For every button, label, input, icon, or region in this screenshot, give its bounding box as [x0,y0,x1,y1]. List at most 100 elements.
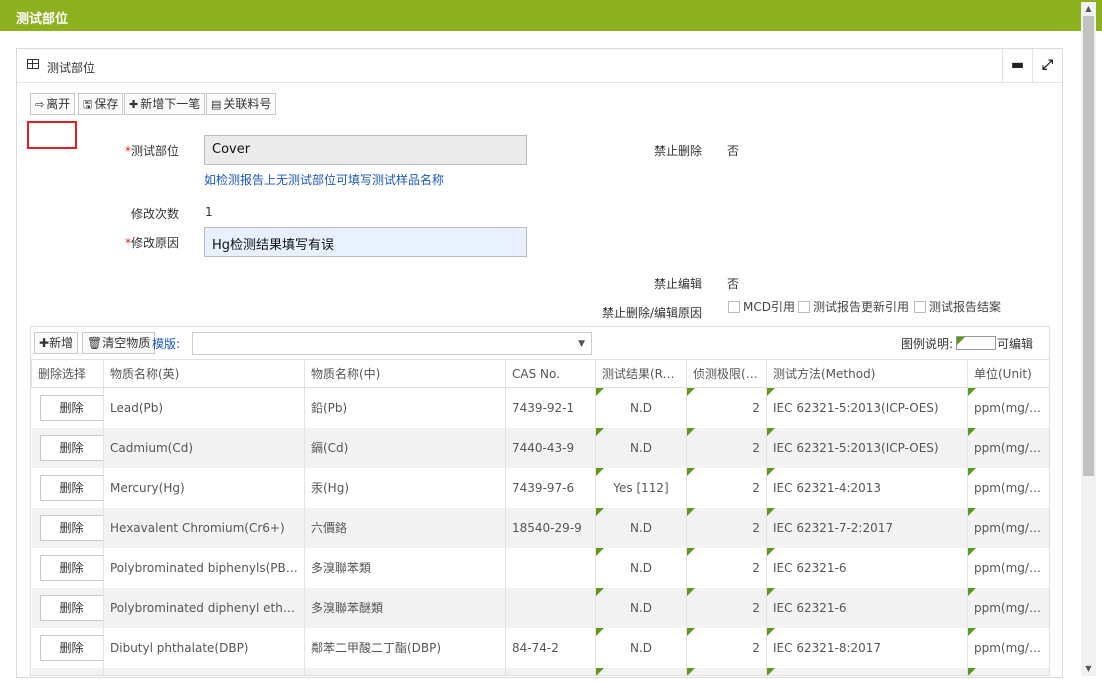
cell-unit[interactable]: ppm(mg/kg) [967,467,1049,508]
cell-name-cn: 鉛(Pb) [304,387,506,428]
cell-unit[interactable]: ppm(mg/kg) [967,547,1049,588]
cell-mdl[interactable]: 2 [686,387,767,428]
delete-row-button[interactable]: 删除 [39,634,103,661]
delete-row-button[interactable]: 删除 [39,434,103,461]
cell-unit[interactable]: ppm(mg/kg) [967,387,1049,428]
minimize-panel-button[interactable]: ▬ [1002,49,1032,82]
cell-cas [505,587,596,628]
template-select[interactable]: ▼ [192,332,592,355]
cell-name-en: Cadmium(Cd) [103,427,305,468]
cell-unit[interactable]: ppm(mg/kg) [967,427,1049,468]
save-button[interactable]: 🖫 保存 [78,93,124,115]
test-part-input[interactable]: Cover [204,135,527,165]
col-cas[interactable]: CAS No. [505,359,596,388]
panel-title: 测试部位 [47,61,96,75]
cell-method[interactable]: IEC 62321-6 [766,547,968,588]
cell-mdl[interactable]: 2 [686,427,767,468]
cell-method[interactable] [766,667,968,675]
cell-delete: 删除 [31,427,104,468]
cell-unit[interactable]: ppm(mg/kg) [967,627,1049,668]
cell-unit[interactable]: ppm(mg/kg) [967,587,1049,628]
cell-result[interactable]: N.D [595,427,687,468]
cell-method[interactable]: IEC 62321-8:2017 [766,627,968,668]
modify-count-value: 1 [205,205,213,219]
cell-result[interactable]: N.D [595,587,687,628]
forbid-delete-value: 否 [727,144,740,158]
vertical-scrollbar[interactable]: ▲ ▼ [1081,2,1096,676]
grid-add-button[interactable]: ✚新增 [34,332,79,354]
leave-label: 离开 [46,97,71,111]
col-name-cn[interactable]: 物质名称(中) [304,359,506,388]
substance-grid: ✚新增 🗑清空物质 模版: ▼ 图例说明: 可编辑 删除选择 物质名称(英) 物… [30,326,1050,676]
related-part-button[interactable]: ▤ 关联料号 [206,93,277,115]
cell-mdl[interactable] [686,667,767,675]
table-row: 删除 Lead(Pb) 鉛(Pb) 7439-92-1 N.D 2 IEC 62321-5:… [31,387,1049,428]
cell-unit[interactable]: ppm(mg/kg) [967,507,1049,548]
cell-cas: 7440-43-9 [505,427,596,468]
cell-delete: 删除 [31,667,104,675]
table-row: 删除Polybrominated diphenyl ethers(PBDEs)多… [31,587,1049,628]
cell-result[interactable]: N.D [595,547,687,588]
add-next-button[interactable]: ✚ 新增下一笔 [124,93,206,115]
test-part-label: *测试部位 [124,144,179,158]
delete-row-button[interactable]: 删除 [39,594,103,621]
cell-result[interactable]: Yes [112] [595,467,687,508]
delete-row-button[interactable]: 删除 [39,514,103,541]
cell-mdl[interactable]: 2 [686,507,767,548]
cell-mdl[interactable]: 2 [686,467,767,508]
cell-result[interactable]: N.D [595,627,687,668]
legend-label: 图例说明: [901,337,954,351]
cell-name-en: Mercury(Hg) [103,467,305,508]
scroll-down-icon[interactable]: ▼ [1081,662,1096,676]
editable-legend-swatch [956,336,996,350]
cell-result[interactable]: N.D [595,507,687,548]
cell-delete: 删除 [31,507,104,548]
trash-icon: 🗑 [87,336,103,350]
scrollbar-thumb[interactable] [1083,16,1094,476]
cell-unit[interactable] [967,667,1049,675]
expand-panel-button[interactable]: ⤢ [1032,49,1062,82]
save-icon: 🖫 [83,98,93,111]
modify-reason-label: *修改原因 [124,236,179,250]
cell-method[interactable]: IEC 62321-5:2013(ICP-OES) [766,427,968,468]
caret-down-icon: ▼ [578,339,585,349]
window-title: 测试部位 [16,12,69,27]
cell-result[interactable] [595,667,687,675]
scroll-up-icon[interactable]: ▲ [1081,2,1096,16]
modify-reason-input[interactable]: Hg检测结果填写有误 [204,227,527,257]
delete-row-button[interactable]: 删除 [39,554,103,581]
clear-substance-button[interactable]: 🗑清空物质 [82,332,156,354]
report-closed-checkbox[interactable]: 测试报告结案 [914,298,1001,315]
delete-row-button[interactable]: 删除 [39,674,103,675]
col-method[interactable]: 测试方法(Method) [766,359,968,388]
plus-icon: ✚ [129,98,139,111]
leave-button-highlight [27,121,77,149]
mcd-reference-checkbox[interactable]: MCD引用 [728,298,795,315]
cell-mdl[interactable]: 2 [686,547,767,588]
cell-name-en: Polybrominated diphenyl ethers(PBDEs) [103,587,305,628]
forbid-edit-label: 禁止编辑 [653,277,702,291]
add-next-label: 新增下一笔 [140,97,201,111]
col-unit[interactable]: 单位(Unit) [967,359,1049,388]
cell-delete: 删除 [31,587,104,628]
col-name-en[interactable]: 物质名称(英) [103,359,305,388]
cell-method[interactable]: IEC 62321-5:2013(ICP-OES) [766,387,968,428]
col-delete-select[interactable]: 删除选择 [31,359,104,388]
col-result[interactable]: 测试结果(Result) [595,359,687,388]
table-row: 删除 Hexavalent Chromium(Cr6+) 六價鉻 18540-29-9… [31,507,1049,548]
substance-table: 删除选择 物质名称(英) 物质名称(中) CAS No. 测试结果(Result… [31,359,1049,675]
cell-method[interactable]: IEC 62321-4:2013 [766,467,968,508]
leave-button[interactable]: ⇨ 离开 [30,93,76,115]
cell-method[interactable]: IEC 62321-7-2:2017 [766,507,968,548]
report-update-reference-checkbox[interactable]: 测试报告更新引用 [798,298,909,315]
cell-name-cn: 鎘(Cd) [304,427,506,468]
cell-method[interactable]: IEC 62321-6 [766,587,968,628]
delete-row-button[interactable]: 删除 [39,474,103,501]
col-mdl[interactable]: 侦测极限(MDL) [686,359,767,388]
delete-row-button[interactable]: 删除 [39,394,103,421]
cell-mdl[interactable]: 2 [686,627,767,668]
cell-name-cn: 鄰苯二甲酸二丁酯(DBP) [304,627,506,668]
cell-mdl[interactable]: 2 [686,587,767,628]
table-row: 删除 Cadmium(Cd) 鎘(Cd) 7440-43-9 N.D 2 IEC 62321… [31,427,1049,468]
cell-result[interactable]: N.D [595,387,687,428]
